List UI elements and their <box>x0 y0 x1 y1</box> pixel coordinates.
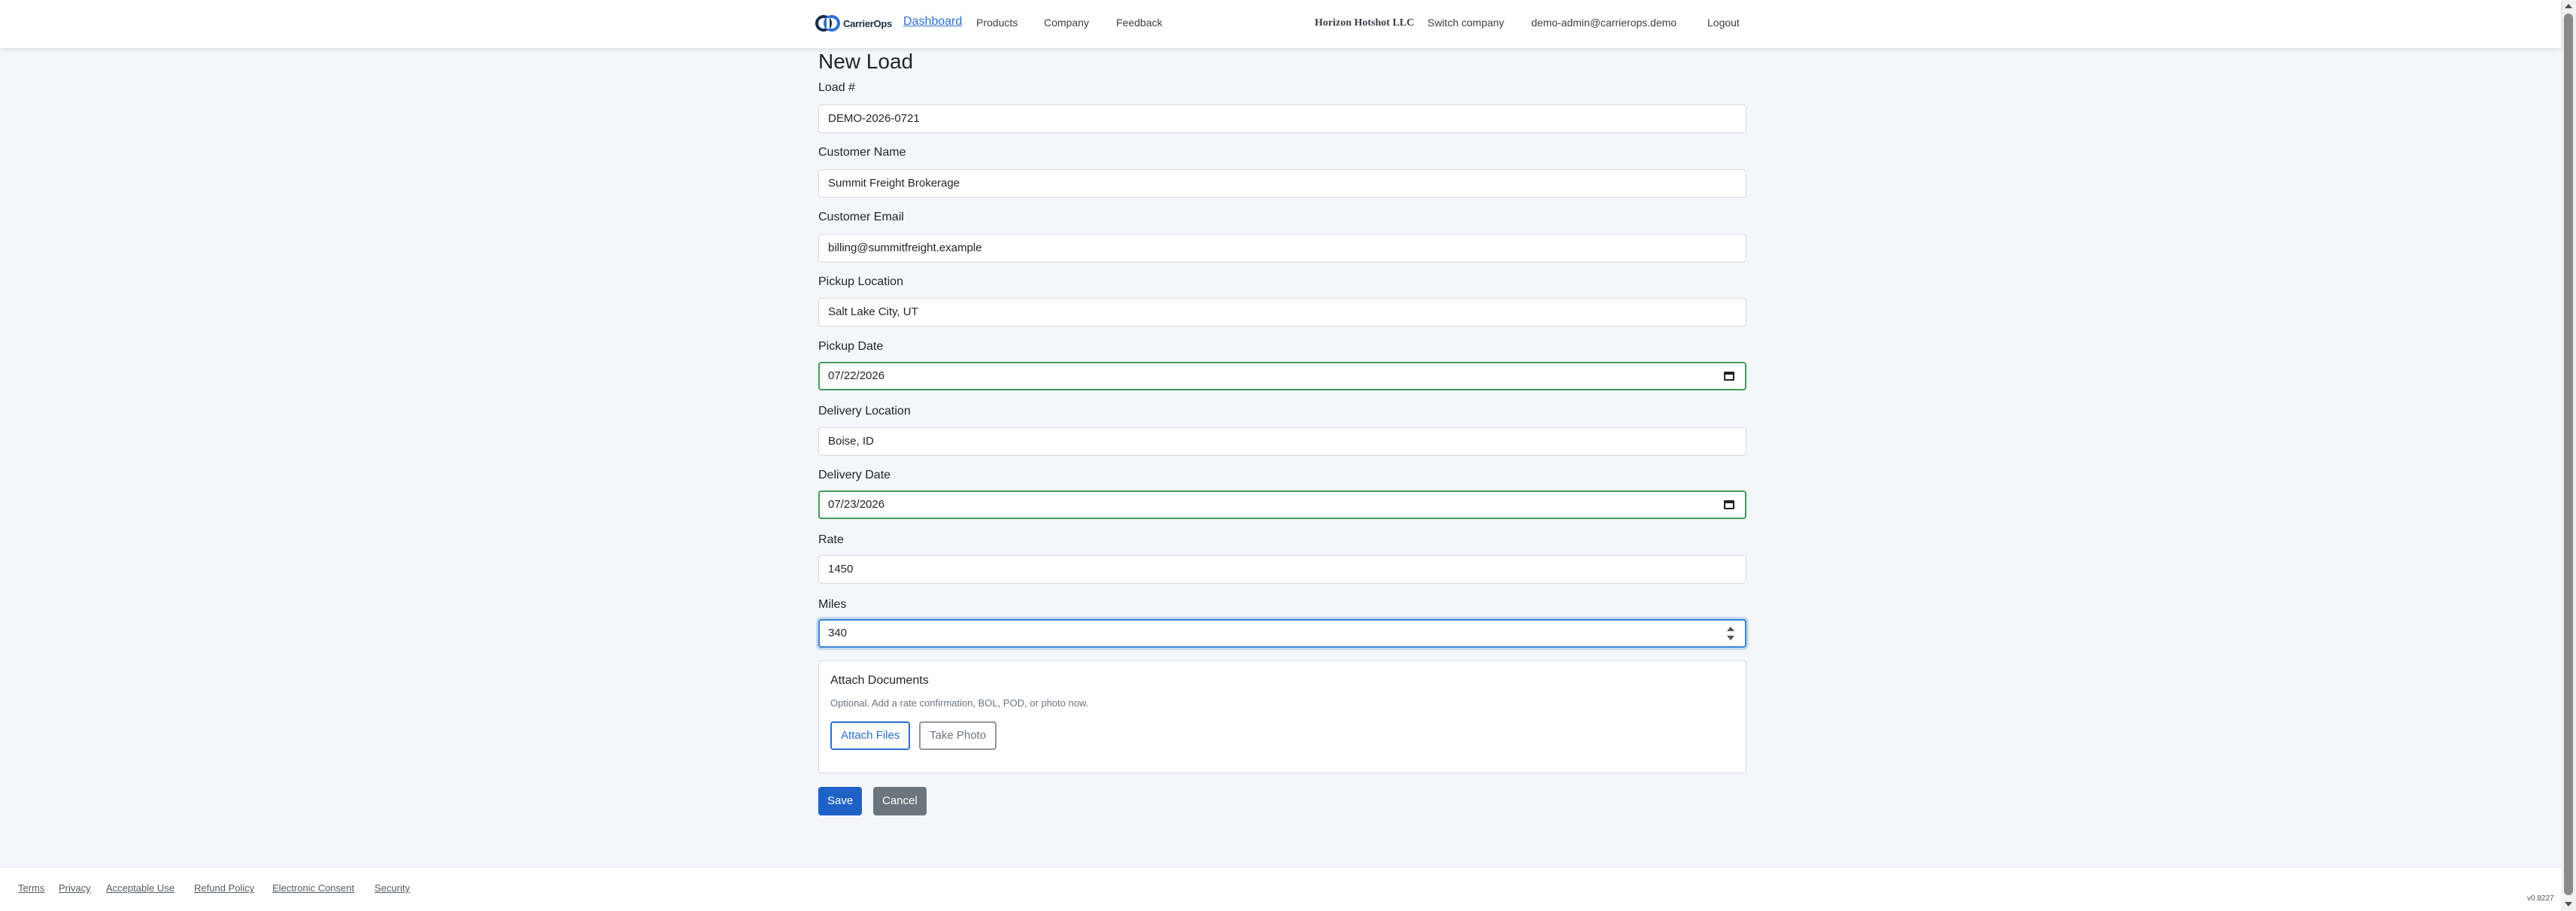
page-scrollbar[interactable] <box>2561 0 2576 910</box>
footer-refund-policy-link[interactable]: Refund Policy <box>194 882 254 894</box>
version-label: v0.8227 <box>2527 894 2554 903</box>
load-number-label: Load # <box>818 81 855 94</box>
pickup-location-label: Pickup Location <box>818 275 903 288</box>
scroll-thumb[interactable] <box>2564 14 2573 895</box>
stepper-down-icon[interactable] <box>1727 636 1734 640</box>
customer-name-label: Customer Name <box>818 146 906 159</box>
attach-documents-hint: Optional. Add a rate confirmation, BOL, … <box>830 697 1089 709</box>
nav-company[interactable]: Company <box>1044 17 1089 29</box>
load-number-input[interactable]: DEMO-2026-0721 <box>818 105 1746 133</box>
current-company: Horizon Hotshot LLC <box>1315 17 1415 29</box>
delivery-date-value: 07/23/2026 <box>828 498 885 511</box>
delivery-date-label: Delivery Date <box>818 469 891 481</box>
scroll-down-arrow-icon[interactable] <box>2565 902 2572 906</box>
attach-documents-title: Attach Documents <box>830 674 929 687</box>
scroll-up-arrow-icon[interactable] <box>2565 4 2572 8</box>
save-button[interactable]: Save <box>818 787 863 815</box>
footer-electronic-consent-link[interactable]: Electronic Consent <box>272 882 354 894</box>
miles-input[interactable]: 340 <box>818 619 1746 648</box>
cancel-button[interactable]: Cancel <box>873 787 927 815</box>
footer-acceptable-use-link[interactable]: Acceptable Use <box>106 882 174 894</box>
pickup-date-value: 07/22/2026 <box>828 369 885 382</box>
customer-email-label: Customer Email <box>818 211 904 223</box>
carrierops-logo-icon <box>815 15 840 32</box>
footer-security-link[interactable]: Security <box>375 882 410 894</box>
customer-name-input[interactable]: Summit Freight Brokerage <box>818 169 1746 198</box>
stepper-up-icon[interactable] <box>1727 627 1734 631</box>
number-stepper-icon[interactable] <box>1727 625 1734 642</box>
rate-label: Rate <box>818 533 844 546</box>
delivery-location-input[interactable]: Boise, ID <box>818 427 1746 456</box>
delivery-date-input[interactable]: 07/23/2026 <box>818 490 1746 519</box>
pickup-date-label: Pickup Date <box>818 340 884 353</box>
switch-company-link[interactable]: Switch company <box>1428 17 1504 29</box>
brand-logo[interactable]: CarrierOps <box>815 12 892 35</box>
customer-email-input[interactable]: billing@summitfreight.example <box>818 234 1746 263</box>
rate-input[interactable]: 1450 <box>818 555 1746 584</box>
pickup-location-input[interactable]: Salt Lake City, UT <box>818 298 1746 326</box>
top-navbar: CarrierOps Dashboard Products Company Fe… <box>0 0 2561 48</box>
brand-name: CarrierOps <box>843 17 892 29</box>
miles-value: 340 <box>828 627 848 639</box>
logout-link[interactable]: Logout <box>1707 17 1740 29</box>
miles-label: Miles <box>818 598 847 611</box>
calendar-icon[interactable] <box>1724 372 1734 381</box>
nav-products[interactable]: Products <box>976 17 1018 29</box>
nav-dashboard[interactable]: Dashboard <box>903 15 962 29</box>
take-photo-button[interactable]: Take Photo <box>919 721 997 750</box>
footer-terms-link[interactable]: Terms <box>18 882 44 894</box>
page-title: New Load <box>818 50 914 73</box>
footer: Terms Privacy Acceptable Use Refund Poli… <box>0 867 2561 911</box>
pickup-date-input[interactable]: 07/22/2026 <box>818 362 1746 390</box>
user-email-link[interactable]: demo-admin@carrierops.demo <box>1531 17 1676 29</box>
delivery-location-label: Delivery Location <box>818 405 911 418</box>
attach-documents-card: Attach Documents Optional. Add a rate co… <box>818 660 1746 773</box>
footer-privacy-link[interactable]: Privacy <box>59 882 91 894</box>
nav-feedback[interactable]: Feedback <box>1116 17 1162 29</box>
calendar-icon[interactable] <box>1724 500 1734 509</box>
attach-files-button[interactable]: Attach Files <box>830 721 911 750</box>
